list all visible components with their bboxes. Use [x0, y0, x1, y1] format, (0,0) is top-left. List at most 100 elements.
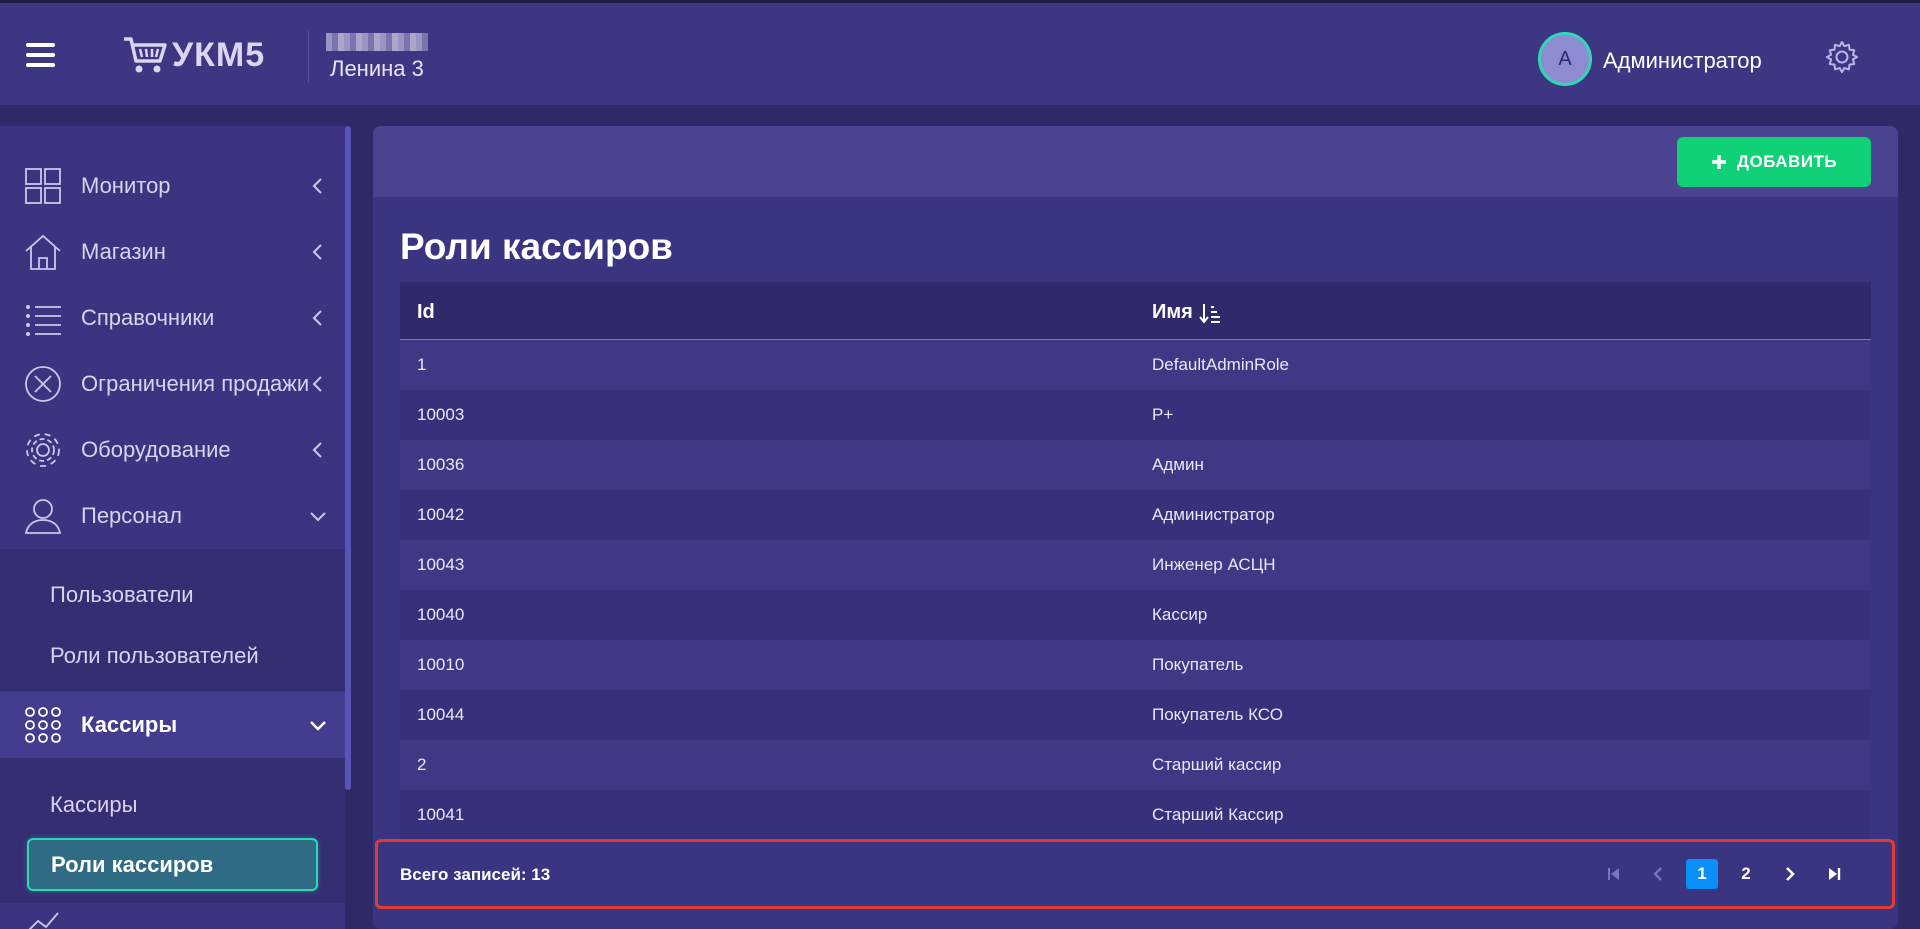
chart-icon — [28, 912, 59, 929]
last-page-icon — [1829, 868, 1841, 880]
roles-table: Id Имя 1 DefaultAdminRole 10003 P+ 10036 Адми… — [400, 282, 1871, 840]
chevron-right-icon — [1786, 867, 1795, 881]
pagination: 1 2 — [1598, 859, 1862, 889]
logo[interactable]: УКМ5 — [122, 33, 265, 77]
add-button-label: ДОБАВИТЬ — [1736, 152, 1838, 171]
settings-gear-icon[interactable] — [1824, 39, 1860, 75]
chevron-left-icon — [312, 442, 322, 458]
sidebar-subitem-cashiers[interactable]: Кассиры — [50, 792, 137, 818]
chevron-left-icon — [312, 310, 322, 326]
page-title: Роли кассиров — [400, 226, 673, 267]
sidebar-item-partial[interactable] — [0, 903, 345, 929]
cell-id: 10044 — [417, 705, 465, 724]
sidebar-item-label: Персонал — [81, 503, 182, 528]
sidebar-item-monitor[interactable]: Монитор — [0, 153, 345, 219]
chevron-left-icon — [312, 178, 322, 194]
sidebar-item-directories[interactable]: Справочники — [0, 285, 345, 351]
list-icon — [26, 305, 61, 336]
chevron-down-icon — [310, 512, 326, 522]
logo-text: УКМ5 — [172, 35, 266, 74]
sidebar-item-label: Магазин — [81, 239, 166, 264]
toolbar: ДОБАВИТЬ — [373, 126, 1898, 197]
dots-grid-icon — [25, 707, 61, 743]
total-records: Всего записей: 13 — [400, 865, 551, 884]
table-header: Id Имя — [400, 282, 1871, 340]
main-card: ДОБАВИТЬ Роли кассиров Id Имя 1 DefaultAd… — [373, 126, 1898, 929]
table-footer: Всего записей: 13 1 2 — [375, 839, 1895, 909]
header-divider — [308, 31, 309, 83]
chevron-left-icon — [312, 376, 322, 392]
table-row[interactable]: 10042 Администратор — [400, 490, 1871, 540]
sidebar-item-label: Справочники — [81, 305, 215, 330]
cart-icon — [124, 37, 167, 73]
table-row[interactable]: 1 DefaultAdminRole — [400, 340, 1871, 390]
store-icon — [25, 234, 61, 270]
last-page-button[interactable] — [1818, 859, 1850, 889]
table-row[interactable]: 10041 Старший Кассир — [400, 790, 1871, 840]
page-1-button[interactable]: 1 — [1686, 859, 1718, 889]
sidebar-subitem-users[interactable]: Пользователи — [50, 582, 194, 608]
store-label-blurred — [326, 33, 428, 51]
chevron-down-icon — [310, 721, 326, 731]
cell-id: 10042 — [417, 505, 465, 524]
chevron-left-icon — [1653, 867, 1662, 881]
column-header-id[interactable]: Id — [417, 301, 435, 324]
sidebar-item-equipment[interactable]: Оборудование — [0, 417, 345, 483]
user-name[interactable]: Администратор — [1603, 48, 1762, 74]
add-button[interactable]: ДОБАВИТЬ — [1677, 137, 1871, 187]
sidebar-item-sale-restrictions[interactable]: Ограничения продажи — [0, 351, 345, 417]
table-row[interactable]: 10044 Покупатель КСО — [400, 690, 1871, 740]
cell-name: P+ — [1152, 405, 1174, 424]
menu-icon[interactable] — [26, 43, 55, 67]
cell-name: Покупатель КСО — [1152, 705, 1283, 724]
sidebar-scrollbar[interactable] — [345, 126, 351, 790]
first-page-button[interactable] — [1598, 859, 1630, 889]
top-header: УКМ5 Ленина 3 А Администратор — [0, 0, 1920, 105]
cell-id: 10041 — [417, 805, 465, 824]
cell-id: 2 — [417, 755, 427, 774]
cell-id: 1 — [417, 355, 427, 374]
gear-icon — [26, 433, 60, 467]
table-row[interactable]: 10003 P+ — [400, 390, 1871, 440]
cell-name: Старший кассир — [1152, 755, 1282, 774]
store-name[interactable]: Ленина 3 — [330, 56, 424, 82]
sidebar-subitem-user-roles[interactable]: Роли пользователей — [50, 643, 259, 669]
sort-ascending-icon — [1199, 303, 1220, 324]
user-icon — [24, 499, 62, 534]
sidebar-item-personnel[interactable]: Персонал — [0, 483, 345, 549]
cell-name: Админ — [1152, 455, 1204, 474]
table-row[interactable]: 10043 Инженер АСЦН — [400, 540, 1871, 590]
cell-name: Кассир — [1152, 605, 1208, 624]
cell-id: 10043 — [417, 555, 465, 574]
sidebar-item-store[interactable]: Магазин — [0, 219, 345, 285]
column-header-name[interactable]: Имя — [1152, 301, 1221, 324]
sidebar-item-label: Монитор — [81, 173, 171, 198]
page-2-button[interactable]: 2 — [1730, 859, 1762, 889]
cell-name: Покупатель — [1152, 655, 1244, 674]
sidebar-item-label: Оборудование — [81, 437, 231, 462]
table-row[interactable]: 10040 Кассир — [400, 590, 1871, 640]
sidebar-item-cashiers[interactable]: Кассиры — [0, 692, 345, 758]
cell-id: 10036 — [417, 455, 465, 474]
cell-id: 10003 — [417, 405, 465, 424]
next-page-button[interactable] — [1774, 859, 1806, 889]
avatar[interactable]: А — [1538, 32, 1592, 86]
sidebar-subitem-cashier-roles[interactable]: Роли кассиров — [27, 838, 318, 891]
first-page-icon — [1608, 868, 1619, 880]
cell-name: Старший Кассир — [1152, 805, 1284, 824]
cell-id: 10040 — [417, 605, 465, 624]
prev-page-button[interactable] — [1642, 859, 1674, 889]
chevron-left-icon — [312, 244, 322, 260]
sidebar-item-label: Ограничения продажи — [81, 371, 310, 396]
cell-name: DefaultAdminRole — [1152, 355, 1290, 374]
cell-id: 10010 — [417, 655, 465, 674]
table-body: 1 DefaultAdminRole 10003 P+ 10036 Админ 10042 А… — [400, 340, 1871, 840]
personnel-submenu — [0, 549, 345, 691]
table-row[interactable]: 10010 Покупатель — [400, 640, 1871, 690]
grid-icon — [25, 168, 61, 204]
circle-x-icon — [25, 366, 61, 402]
table-row[interactable]: 10036 Админ — [400, 440, 1871, 490]
cell-name: Инженер АСЦН — [1152, 555, 1276, 574]
column-header-name-label: Имя — [1152, 301, 1193, 323]
table-row[interactable]: 2 Старший кассир — [400, 740, 1871, 790]
